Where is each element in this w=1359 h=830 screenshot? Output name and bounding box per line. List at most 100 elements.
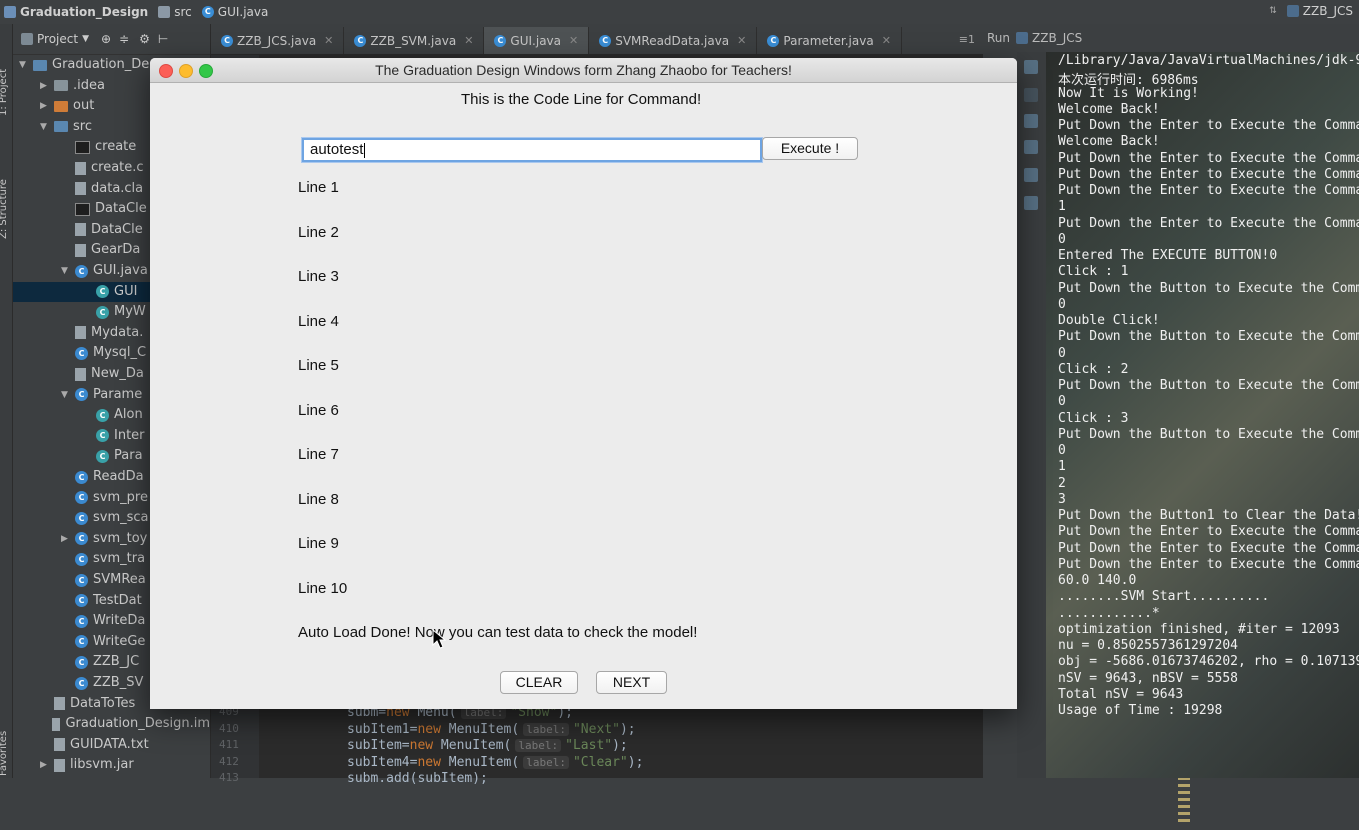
run-config-tab[interactable]: ZZB_JCS bbox=[1032, 31, 1082, 45]
tab-overflow-menu[interactable]: ≡1 bbox=[959, 33, 975, 46]
scroll-to-end-icon[interactable] bbox=[1024, 140, 1038, 154]
collapsed-arrow-icon[interactable]: ▶ bbox=[40, 76, 50, 96]
folder-icon bbox=[54, 80, 68, 92]
collapsed-arrow-icon[interactable]: ▶ bbox=[40, 755, 50, 775]
output-line-label: Line 8 bbox=[298, 490, 339, 508]
warning-marker[interactable] bbox=[1178, 791, 1190, 794]
tree-item-label: Inter bbox=[114, 427, 145, 443]
print-icon[interactable] bbox=[1024, 168, 1038, 182]
zoom-window-button[interactable] bbox=[199, 64, 213, 78]
scrollbar-markers[interactable] bbox=[1176, 770, 1190, 830]
minimize-window-button[interactable] bbox=[179, 64, 193, 78]
editor-tab[interactable]: C GUI.java ✕ bbox=[484, 27, 590, 54]
scroll-down-icon[interactable] bbox=[1024, 88, 1038, 102]
warning-marker[interactable] bbox=[1178, 798, 1190, 801]
next-button[interactable]: NEXT bbox=[596, 671, 667, 694]
console-line: 60.0 140.0 bbox=[1058, 573, 1137, 588]
structure-tool-tab[interactable]: Z: Structure bbox=[0, 179, 9, 239]
code-line[interactable]: subItem1=new MenuItem(label: "Next"); bbox=[347, 722, 636, 737]
code-line[interactable]: subm.add(subItem); bbox=[347, 771, 488, 786]
breadcrumb-project[interactable]: Graduation_Design bbox=[4, 5, 148, 19]
tree-item[interactable]: ▶ libsvm.jar bbox=[13, 755, 210, 775]
warning-marker[interactable] bbox=[1178, 812, 1190, 815]
tree-item-label: WriteGe bbox=[93, 633, 146, 649]
class-icon: C bbox=[75, 655, 88, 669]
run-toolbar bbox=[1017, 52, 1046, 778]
class-teal-icon: C bbox=[96, 429, 109, 443]
console-line: optimization finished, #iter = 12093 bbox=[1058, 621, 1340, 637]
close-tab-icon[interactable]: ✕ bbox=[737, 34, 746, 47]
code-line[interactable]: subItem4=new MenuItem(label: "Clear"); bbox=[347, 755, 643, 770]
command-input[interactable]: autotest bbox=[302, 138, 762, 162]
tree-item-label: GearDa bbox=[91, 242, 141, 258]
tree-item-label: ZZB_SV bbox=[93, 675, 144, 690]
code-line[interactable]: subItem=new MenuItem(label: "Last"); bbox=[347, 738, 628, 753]
editor-tab[interactable]: C SVMReadData.java ✕ bbox=[589, 27, 758, 54]
close-tab-icon[interactable]: ✕ bbox=[882, 34, 891, 47]
editor-tab[interactable]: C Parameter.java ✕ bbox=[757, 27, 902, 54]
editor-tab[interactable]: C ZZB_JCS.java ✕ bbox=[211, 27, 345, 54]
code-token-hint: label: bbox=[523, 722, 569, 736]
console-line: obj = -5686.01673746202, rho = 0.1071397 bbox=[1058, 654, 1359, 670]
close-tab-icon[interactable]: ✕ bbox=[569, 34, 578, 47]
folder-blue-icon bbox=[54, 121, 68, 133]
favorites-tool-tab[interactable]: Favorites bbox=[0, 731, 9, 776]
rerun-icon[interactable] bbox=[1024, 60, 1038, 74]
trash-icon[interactable] bbox=[1024, 196, 1038, 210]
run-config-icon bbox=[1016, 32, 1029, 44]
expanded-arrow-icon[interactable]: ▼ bbox=[61, 261, 71, 281]
command-input-value: autotest bbox=[310, 141, 364, 158]
code-token-hint: label: bbox=[523, 755, 569, 769]
collapse-icon[interactable]: ≑ bbox=[119, 32, 129, 46]
hide-panel-icon[interactable]: ⊢ bbox=[158, 32, 168, 46]
line-number: 411 bbox=[219, 738, 239, 751]
java-class-icon: C bbox=[221, 34, 233, 47]
close-window-button[interactable] bbox=[159, 64, 173, 78]
collapsed-arrow-icon[interactable]: ▶ bbox=[61, 529, 71, 549]
project-tool-tab[interactable]: 1: Project bbox=[0, 69, 9, 116]
warning-marker[interactable] bbox=[1178, 805, 1190, 808]
tree-item-label: GUIDATA.txt bbox=[70, 736, 149, 752]
breadcrumb-src[interactable]: src bbox=[158, 5, 192, 19]
class-icon: C bbox=[75, 635, 88, 649]
console-line: Usage of Time : 19298 bbox=[1058, 703, 1223, 718]
console-line: Put Down the Enter to Execute the Comman bbox=[1058, 215, 1359, 231]
gear-icon[interactable]: ⚙ bbox=[139, 32, 150, 46]
code-token-cls: MenuItem( bbox=[440, 754, 520, 770]
class-icon: C bbox=[75, 552, 88, 566]
run-console[interactable]: /Library/Java/JavaVirtualMachines/jdk-9.… bbox=[1046, 52, 1359, 778]
line-number: 410 bbox=[219, 721, 239, 735]
console-line: Double Click! bbox=[1058, 313, 1160, 328]
console-line: 0 bbox=[1058, 296, 1066, 312]
class-icon: C bbox=[75, 470, 88, 484]
window-title-bar[interactable]: The Graduation Design Windows form Zhang… bbox=[150, 58, 1017, 83]
class-icon: C bbox=[75, 532, 88, 546]
expanded-arrow-icon[interactable]: ▼ bbox=[40, 117, 50, 137]
expanded-arrow-icon[interactable]: ▼ bbox=[61, 385, 71, 405]
close-tab-icon[interactable]: ✕ bbox=[324, 34, 333, 47]
close-tab-icon[interactable]: ✕ bbox=[464, 34, 473, 47]
tree-item[interactable]: GUIDATA.txt bbox=[13, 735, 210, 755]
expanded-arrow-icon[interactable]: ▼ bbox=[19, 55, 29, 75]
tree-item-label: svm_pre bbox=[93, 489, 148, 505]
run-label: Run bbox=[987, 31, 1011, 45]
warning-marker[interactable] bbox=[1178, 784, 1190, 787]
tree-item-label: ReadDa bbox=[93, 469, 144, 484]
soft-wrap-icon[interactable] bbox=[1024, 114, 1038, 128]
execute-button[interactable]: Execute ! bbox=[762, 137, 858, 160]
clear-button[interactable]: CLEAR bbox=[500, 671, 578, 694]
console-line: Put Down the Enter to Execute the Comman bbox=[1058, 150, 1359, 166]
tree-item-label: create bbox=[95, 139, 137, 155]
file-icon bbox=[75, 161, 86, 175]
collapsed-arrow-icon[interactable]: ▶ bbox=[40, 96, 50, 116]
project-view-dropdown[interactable]: Project bbox=[37, 32, 78, 46]
tree-item-label: src bbox=[73, 118, 92, 134]
target-icon[interactable]: ⊕ bbox=[101, 32, 111, 46]
warning-marker[interactable] bbox=[1178, 819, 1190, 822]
class-icon: C bbox=[75, 511, 88, 525]
breadcrumb-file[interactable]: C GUI.java bbox=[201, 5, 268, 19]
file-icon bbox=[75, 326, 86, 340]
editor-tab[interactable]: C ZZB_SVM.java ✕ bbox=[344, 27, 485, 54]
run-config-selector[interactable]: ⇅ ZZB_JCS bbox=[1269, 4, 1353, 18]
tree-item[interactable]: Graduation_Design.im bbox=[13, 714, 210, 734]
